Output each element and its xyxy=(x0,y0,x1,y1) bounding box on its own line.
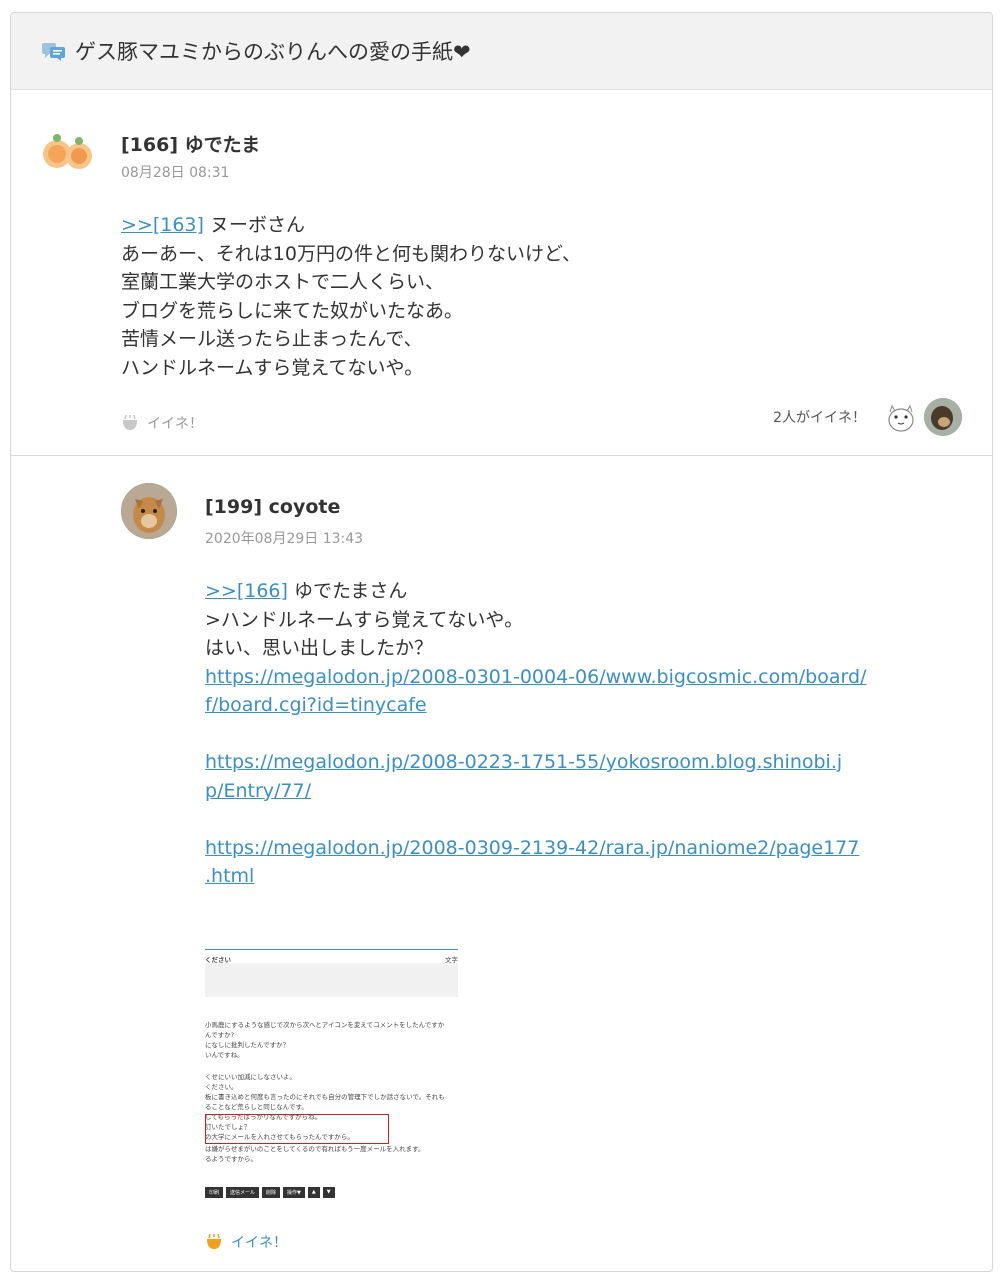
reply-link[interactable]: >>[166] xyxy=(205,580,288,602)
screenshot-line: くせにいい加減にしなさいよ。 xyxy=(205,1073,296,1081)
like-label: イイネ！ xyxy=(147,416,203,432)
screenshot-top-rule xyxy=(205,949,458,950)
screenshot-line: いんですね。 xyxy=(205,1051,244,1059)
liker-avatar[interactable] xyxy=(882,398,920,436)
screenshot-highlight xyxy=(205,1114,389,1144)
chat-bubbles-icon xyxy=(41,40,67,62)
avatar[interactable] xyxy=(121,483,177,539)
screenshot-line: ることなど荒らしと同じなんです。 xyxy=(205,1103,308,1111)
comment-166: [166] ゆでたま 08月28日 08:31 >>[163] ヌーボさん あー… xyxy=(11,90,992,456)
archive-link-2[interactable]: https://megalodon.jp/2008-0223-1751-55/y… xyxy=(205,751,842,802)
comment-199: [199] coyote 2020年08月29日 13:43 >>[166] ゆ… xyxy=(11,456,992,1271)
screenshot-button: 操作▼ xyxy=(283,1187,305,1198)
likers-count: 2人がイイネ！ xyxy=(773,410,866,426)
screenshot-button: 送信メール xyxy=(226,1187,260,1198)
likers[interactable]: 2人がイイネ！ xyxy=(773,398,962,436)
body-line: ブログを荒らしに来てた奴がいたなあ。 xyxy=(121,299,464,322)
thread-title: ゲス豚マユミからのぶりんへの愛の手紙❤ xyxy=(75,40,471,64)
screenshot-line: 小馬鹿にするような感じで次から次へとアイコンを変えてコメントをしたんですか xyxy=(205,1021,445,1029)
post-date: 2020年08月29日 13:43 xyxy=(205,531,364,547)
body-line: あーあー、それは10万円の件と何も関わりないけど、 xyxy=(121,242,582,265)
reply-target: ヌーボさん xyxy=(203,214,305,236)
author-name[interactable]: [166] ゆでたま xyxy=(121,130,260,157)
avatar[interactable] xyxy=(37,120,97,180)
screenshot-line: んですか? xyxy=(205,1031,235,1039)
liker-avatar[interactable] xyxy=(924,398,962,436)
thread-header: ゲス豚マユミからのぶりんへの愛の手紙❤ xyxy=(11,13,992,90)
comment-body: >>[163] ヌーボさん あーあー、それは10万円の件と何も関わりないけど、 … xyxy=(121,211,961,382)
screenshot-line: るようですから。 xyxy=(205,1155,257,1163)
post-date: 08月28日 08:31 xyxy=(121,165,230,181)
like-heart-icon xyxy=(205,1233,223,1250)
screenshot-button: 削除 xyxy=(262,1187,281,1198)
like-button[interactable]: イイネ！ xyxy=(121,413,203,433)
like-heart-icon xyxy=(121,414,139,431)
reply-link[interactable]: >>[163] xyxy=(121,214,204,236)
body-line: 室蘭工業大学のホストで二人くらい、 xyxy=(121,271,445,293)
screenshot-line: 板に書き込めと何度も言ったのにそれでも自分の管理下でしか話さないで。それも xyxy=(205,1093,445,1101)
archive-link-3[interactable]: https://megalodon.jp/2008-0309-2139-42/r… xyxy=(205,837,859,888)
screenshot-button: ▼ xyxy=(322,1187,335,1198)
screenshot-line: になしに批判したんですか？ xyxy=(205,1041,290,1049)
attached-screenshot[interactable]: ください 文字 小馬鹿にするような感じで次から次へとアイコンを変えてコメントをし… xyxy=(205,949,458,1202)
like-button[interactable]: イイネ！ xyxy=(205,1232,287,1252)
body-line: ハンドルネームすら覚えてないや。 xyxy=(121,356,424,379)
thread-panel: ゲス豚マユミからのぶりんへの愛の手紙❤ [166] ゆでたま 08月28日 08… xyxy=(10,12,993,1272)
screenshot-line: は嫌がらせまがいのことをしてくるので有ればもう一度メールを入れます。 xyxy=(205,1145,425,1153)
screenshot-buttons: 印刷 送信メール 削除 操作▼ ▲ ▼ xyxy=(205,1187,335,1198)
author-name[interactable]: [199] coyote xyxy=(205,496,340,518)
like-label: イイネ！ xyxy=(231,1235,287,1251)
body-line: >ハンドルネームすら覚えてないや。 xyxy=(205,608,524,631)
screenshot-button: ▲ xyxy=(307,1187,320,1198)
screenshot-line: ください。 xyxy=(205,1083,238,1091)
screenshot-band xyxy=(205,963,458,997)
archive-link-1[interactable]: https://megalodon.jp/2008-0301-0004-06/w… xyxy=(205,666,866,717)
body-line: はい、思い出しましたか？ xyxy=(205,637,434,659)
screenshot-button: 印刷 xyxy=(205,1187,224,1198)
body-line: 苦情メール送ったら止まったんで、 xyxy=(121,328,423,350)
reply-target: ゆでたまさん xyxy=(287,580,408,602)
comment-body: >>[166] ゆでたまさん >ハンドルネームすら覚えてないや。 はい、思い出し… xyxy=(205,577,965,891)
